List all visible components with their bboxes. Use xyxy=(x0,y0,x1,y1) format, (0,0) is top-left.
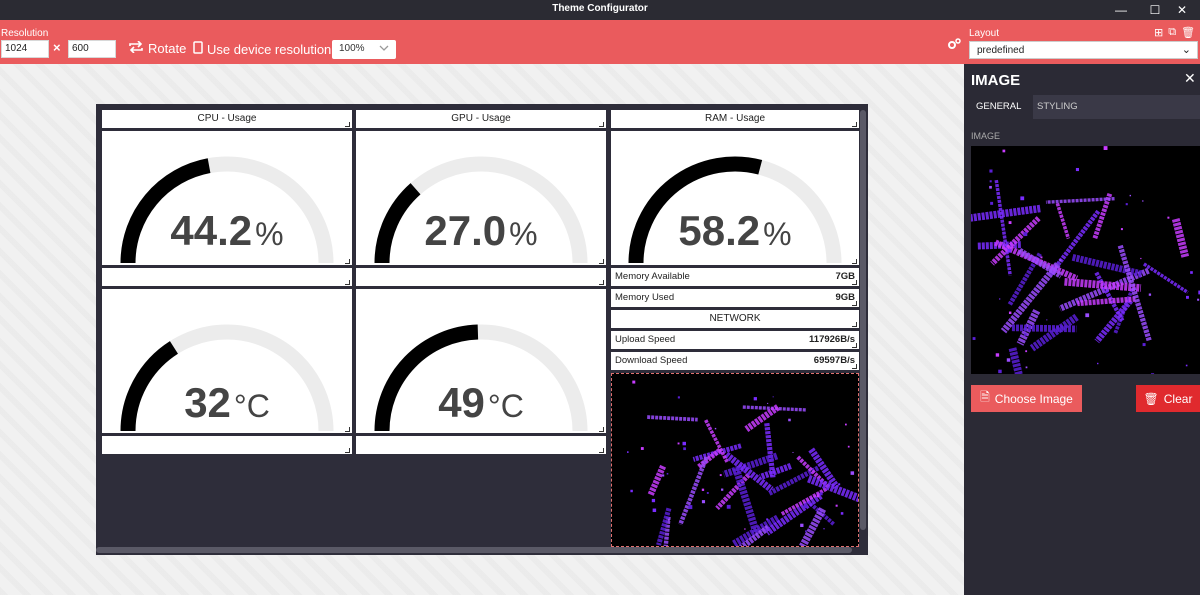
chevron-down-icon: ⌄ xyxy=(1181,44,1191,56)
gpu-temp-value: 49°C xyxy=(438,379,524,426)
image-section-label: IMAGE xyxy=(971,131,1001,141)
memory-available-row[interactable]: Memory Available 7GB xyxy=(611,268,859,286)
cpu-temp-value: 32°C xyxy=(184,379,270,426)
cube-artwork xyxy=(971,146,1200,374)
tablet-icon xyxy=(193,41,203,57)
gpu-header-label: GPU - Usage xyxy=(451,113,511,124)
download-speed-value: 69597B/s xyxy=(813,355,855,366)
upload-speed-value: 117926B/s xyxy=(809,334,855,345)
resolution-label: Resolution xyxy=(1,28,49,39)
upload-speed-label: Upload Speed xyxy=(615,334,676,345)
image-widget[interactable] xyxy=(611,373,859,547)
zoom-select[interactable]: 100% xyxy=(332,40,396,59)
minimize-icon[interactable]: — xyxy=(1103,0,1139,20)
tab-styling[interactable]: STYLING xyxy=(1025,95,1090,119)
panel-title: IMAGE xyxy=(971,72,1021,89)
gpu-footer[interactable] xyxy=(356,268,606,286)
cpu-usage-value: 44.2% xyxy=(170,207,284,254)
memory-used-label: Memory Used xyxy=(615,292,675,303)
cube-artwork xyxy=(627,380,858,546)
download-speed-row[interactable]: Download Speed 69597B/s xyxy=(611,352,859,370)
network-header[interactable]: NETWORK xyxy=(611,310,859,328)
layout-value: predefined xyxy=(977,45,1025,56)
rotate-button[interactable]: Rotate xyxy=(128,40,187,56)
cpu-usage-gauge[interactable]: 44.2% xyxy=(102,131,352,265)
cpu-temp-footer[interactable] xyxy=(102,436,352,454)
download-speed-label: Download Speed xyxy=(615,355,688,366)
vertical-scrollbar[interactable] xyxy=(860,110,866,530)
clear-label: Clear xyxy=(1163,391,1193,406)
copy-layout-icon[interactable]: ⧉ xyxy=(1168,26,1176,39)
gpu-usage-value: 27.0% xyxy=(424,207,538,254)
title-bar: Theme Configurator — ☐ ✕ xyxy=(0,0,1200,20)
width-input[interactable]: 1024 xyxy=(1,40,49,58)
window-title: Theme Configurator xyxy=(552,3,648,14)
zoom-value: 100% xyxy=(339,43,365,54)
ram-usage-gauge[interactable]: 58.2% xyxy=(611,131,859,265)
ram-header[interactable]: RAM - Usage xyxy=(611,110,859,128)
gpu-temp-gauge[interactable]: 49°C xyxy=(356,289,606,433)
height-input[interactable]: 600 xyxy=(68,40,116,58)
horizontal-scrollbar[interactable] xyxy=(96,547,852,553)
cpu-header-label: CPU - Usage xyxy=(197,113,257,124)
network-header-label: NETWORK xyxy=(709,313,761,324)
close-icon[interactable]: ✕ xyxy=(1184,70,1196,87)
layout-select[interactable]: predefined ⌄ xyxy=(969,41,1198,59)
ram-usage-value: 58.2% xyxy=(678,207,792,254)
gpu-usage-gauge[interactable]: 27.0% xyxy=(356,131,606,265)
rotate-label: Rotate xyxy=(148,41,187,56)
cpu-header[interactable]: CPU - Usage xyxy=(102,110,352,128)
delete-layout-icon[interactable]: 🗑 xyxy=(1181,26,1195,39)
panel-tabs: GENERAL STYLING xyxy=(964,95,1200,119)
memory-available-label: Memory Available xyxy=(615,271,690,282)
clear-button[interactable]: 🗑 Clear xyxy=(1136,385,1200,412)
gpu-temp-footer[interactable] xyxy=(356,436,606,454)
properties-panel: IMAGE ✕ GENERAL STYLING IMAGE 🗎 Choose I… xyxy=(964,64,1200,595)
rotate-icon xyxy=(128,40,144,56)
image-preview xyxy=(971,146,1200,374)
trash-icon: 🗑 xyxy=(1143,391,1159,406)
cpu-footer[interactable] xyxy=(102,268,352,286)
gpu-header[interactable]: GPU - Usage xyxy=(356,110,606,128)
file-icon: 🗎 xyxy=(980,390,990,404)
layout-actions: ⊞ ⧉ 🗑 xyxy=(1154,26,1195,39)
choose-image-label: Choose Image xyxy=(994,391,1073,406)
settings-gear-icon[interactable] xyxy=(947,37,961,55)
device-resolution-label: Use device resolution xyxy=(207,41,332,57)
close-window-icon[interactable]: ✕ xyxy=(1164,0,1200,20)
upload-speed-row[interactable]: Upload Speed 117926B/s xyxy=(611,331,859,349)
layout-label: Layout xyxy=(969,28,1000,39)
times-icon: × xyxy=(53,40,61,55)
choose-image-button[interactable]: 🗎 Choose Image xyxy=(971,385,1082,412)
tab-general[interactable]: GENERAL xyxy=(964,95,1034,119)
ram-header-label: RAM - Usage xyxy=(704,113,765,124)
add-layout-icon[interactable]: ⊞ xyxy=(1154,26,1163,39)
memory-used-row[interactable]: Memory Used 9GB xyxy=(611,289,859,307)
chevron-down-icon xyxy=(378,42,390,57)
cpu-temp-gauge[interactable]: 32°C xyxy=(102,289,352,433)
device-resolution-button[interactable]: Use device resolution xyxy=(193,41,331,57)
toolbar: Resolution 1024 × 600 Rotate Use device … xyxy=(0,20,1200,64)
